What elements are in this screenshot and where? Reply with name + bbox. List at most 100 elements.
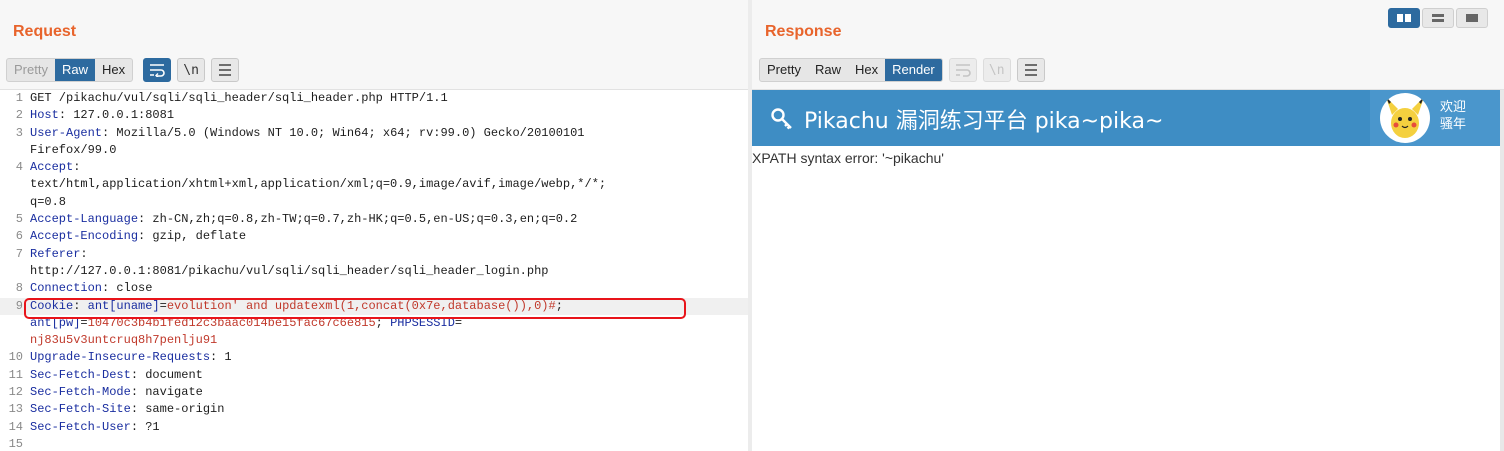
token: Firefox/99.0: [30, 142, 117, 157]
side-by-side-layout-icon[interactable]: [1388, 8, 1420, 28]
token: q=0.8: [30, 194, 67, 209]
tabbed-layout-icon[interactable]: [1456, 8, 1488, 28]
token: :: [80, 246, 88, 261]
welcome-text: 欢迎 骚年: [1440, 99, 1466, 133]
token: User-Agent: [30, 125, 103, 140]
line-text: Firefox/99.0: [30, 142, 116, 159]
pikachu-header: Pikachu 漏洞练习平台 pika~pika~ 欢迎 骚年: [752, 90, 1502, 146]
request-line[interactable]: 14 Sec-Fetch-User: ?1: [0, 419, 748, 436]
line-number: 6: [15, 229, 23, 244]
user-area: 欢迎 骚年: [1370, 90, 1502, 146]
response-toolbar: Pretty Raw Hex Render \n: [759, 57, 1045, 83]
request-title: Request: [13, 23, 77, 40]
request-line[interactable]: http://127.0.0.1:8081/pikachu/vul/sqli/s…: [0, 263, 748, 280]
show-newlines-icon[interactable]: \n: [177, 58, 206, 82]
token: : same-origin: [130, 402, 225, 417]
line-number: 10: [8, 350, 23, 365]
response-view-tabs: Pretty Raw Hex Render: [759, 58, 943, 82]
token: Cookie: [30, 298, 74, 313]
show-newlines-icon: \n: [982, 58, 1011, 82]
line-text: Accept:: [30, 159, 80, 176]
request-line[interactable]: 10 Upgrade-Insecure-Requests: 1: [0, 349, 748, 366]
line-number: 14: [8, 419, 23, 434]
token: : zh-CN,zh;q=0.8,zh-TW;q=0.7,zh-HK;q=0.5…: [138, 212, 578, 227]
request-line[interactable]: 6 Accept-Encoding: gzip, deflate: [0, 228, 748, 245]
line-text: Sec-Fetch-Site: same-origin: [30, 401, 224, 418]
stacked-layout-icon[interactable]: [1422, 8, 1454, 28]
request-line[interactable]: 7 Referer:: [0, 246, 748, 263]
tab-raw[interactable]: Raw: [808, 59, 848, 81]
tab-raw[interactable]: Raw: [54, 59, 95, 81]
welcome-line-1: 欢迎: [1440, 100, 1467, 115]
line-text: Upgrade-Insecure-Requests: 1: [30, 349, 232, 366]
line-text: http://127.0.0.1:8081/pikachu/vul/sqli/s…: [30, 263, 548, 280]
request-line[interactable]: q=0.8: [0, 194, 748, 211]
request-toolbar: Pretty Raw Hex \n: [6, 57, 240, 83]
request-line[interactable]: text/html,application/xhtml+xml,applicat…: [0, 176, 748, 193]
request-line[interactable]: 5 Accept-Language: zh-CN,zh;q=0.8,zh-TW;q…: [0, 211, 748, 228]
request-line[interactable]: 12 Sec-Fetch-Mode: navigate: [0, 384, 748, 401]
token: =: [80, 315, 88, 330]
request-line[interactable]: 8 Connection: close: [0, 280, 748, 297]
request-editor[interactable]: 1 GET /pikachu/vul/sqli/sqli_header/sqli_…: [0, 89, 748, 451]
request-line[interactable]: 15: [0, 436, 748, 451]
line-text: Sec-Fetch-Dest: document: [30, 367, 203, 384]
token: PHPSESSID: [390, 315, 455, 330]
request-line[interactable]: 4 Accept:: [0, 159, 748, 176]
token: nj83u5v3untcruq8h7penlju91: [30, 333, 218, 348]
line-number: 7: [15, 246, 23, 261]
line-number: 13: [8, 402, 23, 417]
tab-render[interactable]: Render: [885, 59, 942, 81]
request-line[interactable]: Firefox/99.0: [0, 142, 748, 159]
request-line[interactable]: ant[pw]=10470c3b4b1fed12c3baac014be15fac…: [0, 315, 748, 332]
token: : close: [102, 281, 153, 296]
line-text: Sec-Fetch-User: ?1: [30, 419, 160, 436]
request-line[interactable]: 13 Sec-Fetch-Site: same-origin: [0, 401, 748, 418]
token: Accept-Language: [30, 212, 139, 227]
menu-icon[interactable]: [211, 58, 240, 82]
request-line[interactable]: 9 Cookie: ant[uname]=evolution' and updat…: [0, 297, 748, 315]
token: : document: [130, 367, 203, 382]
line-number: 4: [15, 160, 23, 175]
line-text: Accept-Encoding: gzip, deflate: [30, 228, 246, 245]
line-text: GET /pikachu/vul/sqli/sqli_header/sqli_h…: [30, 90, 448, 107]
line-text: Connection: close: [30, 280, 152, 297]
menu-icon[interactable]: [1016, 58, 1045, 82]
line-number: 11: [8, 367, 23, 382]
key-icon: [771, 108, 792, 130]
request-line[interactable]: 11 Sec-Fetch-Dest: document: [0, 367, 748, 384]
token: Connection: [30, 281, 103, 296]
line-number: 1: [15, 91, 23, 105]
token: ;: [555, 298, 563, 313]
line-number: 9: [15, 298, 23, 313]
render-view: Pikachu 漏洞练习平台 pika~pika~ 欢迎 骚年 XPATH sy…: [752, 89, 1504, 451]
token: http://127.0.0.1:8081/pikachu/vul/sqli/s…: [30, 263, 549, 278]
line-number: 5: [15, 212, 23, 227]
request-line[interactable]: 2 Host: 127.0.0.1:8081: [0, 107, 748, 124]
line-text: User-Agent: Mozilla/5.0 (Windows NT 10.0…: [30, 125, 585, 142]
tab-pretty[interactable]: Pretty: [7, 59, 55, 81]
token: Upgrade-Insecure-Requests: [30, 350, 211, 365]
request-view-tabs: Pretty Raw Hex: [6, 58, 134, 82]
request-panel: Request Pretty Raw Hex \n 1 GET /pikachu/…: [0, 0, 748, 451]
line-number: 8: [15, 281, 23, 296]
line-text: Cookie: ant[uname]=evolution' and update…: [30, 298, 563, 315]
request-line[interactable]: nj83u5v3untcruq8h7penlju91: [0, 332, 748, 349]
token: Accept-Encoding: [30, 229, 139, 244]
token: : Mozilla/5.0 (Windows NT 10.0; Win64; x…: [102, 125, 585, 140]
site-title[interactable]: Pikachu 漏洞练习平台 pika~pika~: [770, 103, 1163, 135]
request-line[interactable]: 1 GET /pikachu/vul/sqli/sqli_header/sqli_…: [0, 90, 748, 107]
pikachu-avatar[interactable]: [1380, 93, 1430, 143]
line-text: Sec-Fetch-Mode: navigate: [30, 384, 203, 401]
tab-hex[interactable]: Hex: [848, 59, 885, 81]
token: Referer: [30, 246, 81, 261]
tab-pretty[interactable]: Pretty: [760, 59, 808, 81]
token: Accept: [30, 160, 74, 175]
response-panel: Response Pretty Raw Hex Render \n Pikach…: [752, 0, 1504, 451]
request-line[interactable]: 3 User-Agent: Mozilla/5.0 (Windows NT 10.…: [0, 125, 748, 142]
line-number: 2: [15, 108, 23, 123]
token: 10470c3b4b1fed12c3baac014be15fac67c6e815: [87, 315, 376, 330]
render-scrollbar[interactable]: [1500, 90, 1504, 451]
tab-hex[interactable]: Hex: [95, 59, 132, 81]
wrap-lines-icon[interactable]: [143, 58, 172, 82]
